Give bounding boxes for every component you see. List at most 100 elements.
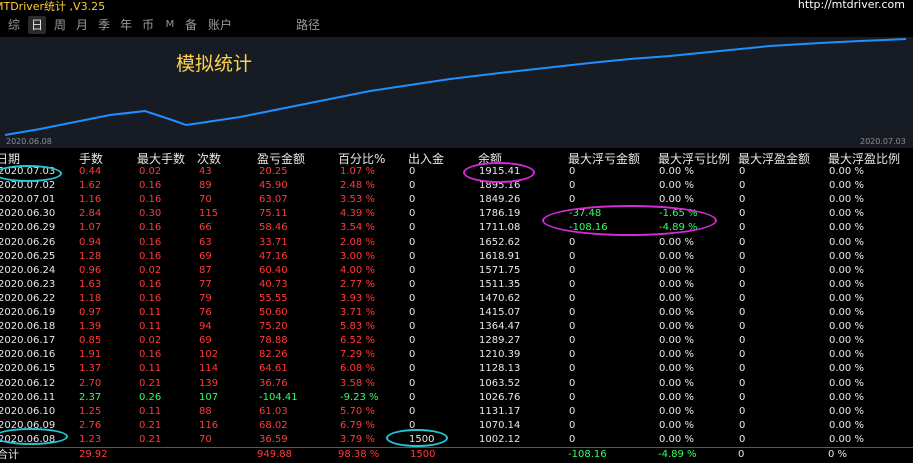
row-count: 87: [199, 264, 212, 276]
row-flow: 0: [409, 236, 416, 248]
row-pl: 40.73: [259, 278, 288, 290]
highlight-oval-deposit: [386, 429, 448, 447]
row-max-drawdown: 0: [569, 236, 576, 248]
row-lots: 1.63: [79, 278, 102, 290]
row-max-gain-pct: 0.00 %: [829, 433, 864, 445]
row-pl: 63.07: [259, 194, 288, 206]
row-date: 2020.06.10: [0, 405, 56, 417]
highlight-oval-final-balance: [463, 162, 535, 183]
row-date: 2020.06.22: [0, 292, 56, 304]
tab-magic[interactable]: M: [162, 16, 178, 34]
row-count: 69: [199, 250, 212, 262]
row-max-gain: 0: [739, 363, 746, 375]
table-row: 2020.06.11 2.37 0.26 107 -104.41 -9.23 % 0 1026…: [0, 391, 913, 405]
row-pct: 3.53 %: [340, 194, 375, 206]
row-max-gain: 0: [739, 377, 746, 389]
table-row: 2020.06.26 0.94 0.16 63 33.71 2.08 % 0 1652.62 0…: [0, 236, 913, 250]
row-max-lots: 0.11: [139, 307, 162, 318]
row-pl: 55.55: [259, 292, 288, 304]
row-lots: 1.91: [79, 349, 102, 361]
tab-daily[interactable]: 日: [28, 16, 46, 34]
row-max-gain: 0: [739, 264, 746, 276]
row-pl: 64.61: [259, 363, 288, 375]
row-max-gain: 0: [739, 208, 746, 220]
row-max-drawdown: 0: [569, 307, 576, 318]
row-flow: 0: [409, 321, 416, 333]
row-balance: 1652.62: [479, 236, 521, 248]
chart-title: 模拟统计: [176, 53, 253, 75]
table-row: 2020.06.23 1.63 0.16 77 40.73 2.77 % 0 1511.35 0…: [0, 278, 913, 292]
row-count: 115: [199, 208, 219, 220]
row-max-drawdown-pct: 0.00 %: [659, 180, 694, 192]
row-max-drawdown-pct: 0.00 %: [659, 349, 694, 361]
row-max-drawdown-pct: 0.00 %: [659, 335, 694, 347]
row-flow: 0: [409, 292, 416, 304]
row-pl: 20.25: [259, 166, 288, 177]
row-max-gain: 0: [739, 307, 746, 318]
row-date: 2020.06.15: [0, 363, 56, 375]
row-max-drawdown: 0: [569, 321, 576, 333]
row-date: 2020.06.26: [0, 236, 56, 248]
row-max-drawdown-pct: 0.00 %: [659, 264, 694, 276]
row-max-drawdown: 0: [569, 292, 576, 304]
table-row: 2020.06.08 1.23 0.21 70 36.59 3.79 % 1500 1002.…: [0, 433, 913, 447]
row-max-gain-pct: 0.00 %: [829, 236, 864, 248]
tab-currency[interactable]: 币: [139, 16, 157, 34]
table-row: 2020.06.25 1.28 0.16 69 47.16 3.00 % 0 1618.91 0…: [0, 250, 913, 264]
row-pct: 3.58 %: [340, 377, 375, 389]
row-flow: 0: [409, 166, 416, 177]
row-pct: 4.00 %: [340, 264, 375, 276]
row-balance: 1470.62: [479, 292, 521, 304]
row-pct: 3.00 %: [340, 250, 375, 262]
row-max-gain-pct: 0.00 %: [829, 335, 864, 347]
table-row: 2020.06.22 1.18 0.16 79 55.55 3.93 % 0 1470.62 0…: [0, 292, 913, 306]
row-date: 2020.06.17: [0, 335, 56, 347]
row-balance: 1711.08: [479, 222, 521, 234]
app-title: MTDriver统计 ,V3.25: [0, 0, 106, 13]
tab-account[interactable]: 账户: [205, 16, 235, 34]
total-max-drawdown-pct: -4.89 %: [658, 449, 697, 460]
row-max-lots: 0.26: [139, 391, 162, 403]
table-row: 2020.06.15 1.37 0.11 114 64.61 6.08 % 0 1128.13…: [0, 362, 913, 376]
row-pl: 58.46: [259, 222, 288, 234]
tab-monthly[interactable]: 月: [73, 16, 91, 34]
row-count: 70: [199, 433, 212, 445]
row-flow: 0: [409, 307, 416, 318]
table-row: 2020.06.18 1.39 0.11 94 75.20 5.83 % 0 1364.47 0…: [0, 320, 913, 334]
balance-chart: 模拟统计 2020.06.08 2020.07.03: [0, 37, 913, 148]
website-link[interactable]: http://mtdriver.com: [798, 0, 905, 11]
row-balance: 1210.39: [479, 349, 521, 361]
row-max-gain-pct: 0.00 %: [829, 166, 864, 177]
row-max-lots: 0.11: [139, 363, 162, 375]
row-lots: 1.37: [79, 363, 102, 375]
tab-path[interactable]: 路径: [293, 16, 323, 34]
row-lots: 2.37: [79, 391, 102, 403]
row-max-drawdown-pct: 0.00 %: [659, 321, 694, 333]
row-max-drawdown: 0: [569, 278, 576, 290]
row-max-drawdown: 0: [569, 349, 576, 361]
row-lots: 2.76: [79, 419, 102, 431]
tab-notes[interactable]: 备: [182, 16, 200, 34]
row-pct: 6.08 %: [340, 363, 375, 375]
row-pl: 33.71: [259, 236, 288, 248]
row-lots: 1.39: [79, 321, 102, 333]
table-row: 2020.06.16 1.91 0.16 102 82.26 7.29 % 0 1210.39…: [0, 348, 913, 362]
row-max-gain-pct: 0.00 %: [829, 377, 864, 389]
table-row: 2020.07.03 0.44 0.02 43 20.25 1.07 % 0 1915.41 0…: [0, 165, 913, 179]
tab-quarterly[interactable]: 季: [95, 16, 113, 34]
total-pct: 98.38 %: [338, 449, 380, 460]
row-max-drawdown-pct: 0.00 %: [659, 419, 694, 431]
row-count: 76: [199, 307, 212, 318]
tab-weekly[interactable]: 周: [51, 16, 69, 34]
row-max-gain-pct: 0.00 %: [829, 419, 864, 431]
row-count: 139: [199, 377, 219, 389]
row-count: 94: [199, 321, 212, 333]
row-max-drawdown: 0: [569, 180, 576, 192]
tab-summary[interactable]: 综: [5, 16, 23, 34]
row-max-gain: 0: [739, 349, 746, 361]
total-max-drawdown: -108.16: [568, 449, 607, 460]
tab-yearly[interactable]: 年: [117, 16, 135, 34]
row-max-gain: 0: [739, 391, 746, 403]
row-max-lots: 0.16: [139, 222, 162, 234]
table-row: 2020.06.10 1.25 0.11 88 61.03 5.70 % 0 1131.17 0…: [0, 405, 913, 419]
